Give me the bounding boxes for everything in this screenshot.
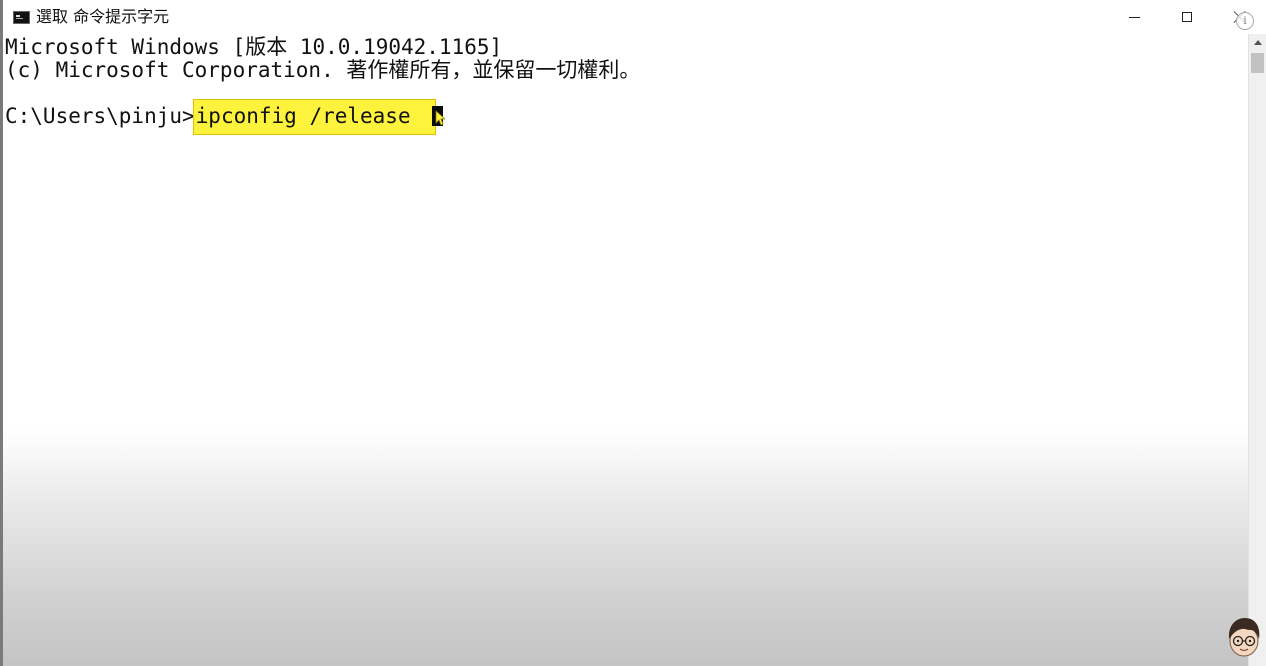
console-output[interactable]: Microsoft Windows [版本 10.0.19042.1165] (… <box>3 34 1248 666</box>
console-prompt-line[interactable]: C:\Users\pinju>ipconfig /release <box>5 99 436 135</box>
maximize-icon <box>1182 12 1192 22</box>
window-title: 選取 命令提示字元 <box>36 7 170 26</box>
highlighted-command: ipconfig /release <box>192 99 436 135</box>
info-icon[interactable]: i <box>1236 12 1254 30</box>
command-prompt-window: 選取 命令提示字元 i Microsoft Windows [版本 10.0.1… <box>0 0 1266 666</box>
console-line-version: Microsoft Windows [版本 10.0.19042.1165] <box>5 35 503 59</box>
mouse-pointer-icon <box>435 110 445 126</box>
vertical-scrollbar[interactable] <box>1248 34 1266 666</box>
maximize-button[interactable] <box>1161 0 1213 34</box>
scroll-up-button[interactable] <box>1249 34 1266 51</box>
avatar-icon <box>1228 618 1260 657</box>
chevron-up-icon <box>1253 40 1262 45</box>
title-bar[interactable]: 選取 命令提示字元 <box>3 0 1266 34</box>
console-line-copyright: (c) Microsoft Corporation. 著作權所有，並保留一切權利… <box>5 58 641 82</box>
minimize-button[interactable] <box>1108 0 1160 34</box>
scroll-thumb[interactable] <box>1251 53 1264 73</box>
cmd-icon[interactable] <box>13 11 30 24</box>
minimize-icon <box>1128 17 1140 18</box>
console-prompt: C:\Users\pinju> <box>5 104 195 128</box>
